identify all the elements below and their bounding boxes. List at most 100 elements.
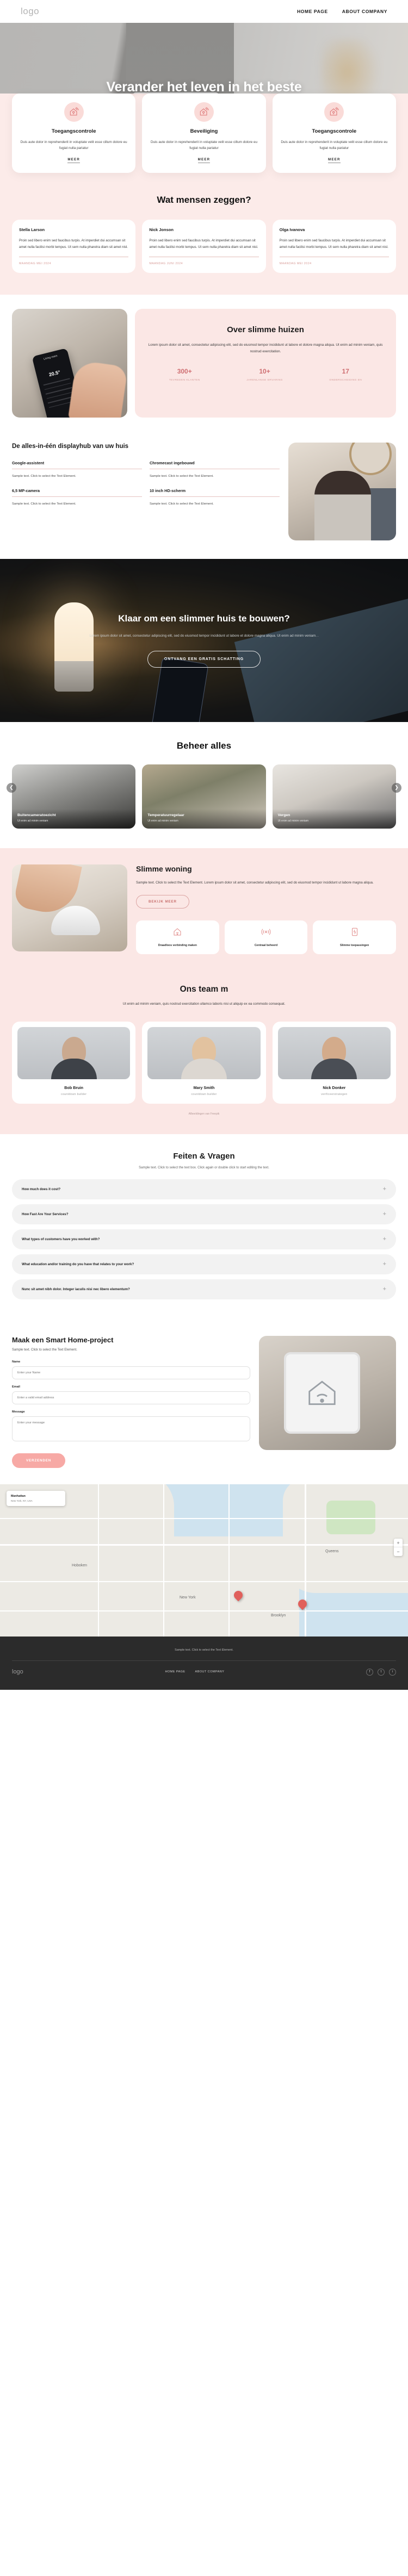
smart-home-icon xyxy=(64,102,84,122)
footer-logo[interactable]: logo xyxy=(12,1669,23,1675)
faq-item[interactable]: What education and/or training do you ha… xyxy=(12,1254,396,1274)
stat-label: JARENLANGE ERVARING xyxy=(246,378,283,382)
feature-card[interactable]: Beveiliging Duis aute dolor in reprehend… xyxy=(142,94,266,173)
testimonial-card: Stella Larson Proin sed libero enim sed … xyxy=(12,220,136,273)
testimonial-text: Proin sed libero enim sed faucibus turpi… xyxy=(279,239,388,249)
testimonial-text: Proin sed libero enim sed faucibus turpi… xyxy=(19,239,128,249)
team-member-photo xyxy=(17,1026,131,1079)
map-road xyxy=(0,1610,408,1611)
manage-title: Beheer alles xyxy=(176,740,232,751)
cta-title: Klaar om een slimmer huis te bouwen? xyxy=(118,613,290,624)
faq-item[interactable]: How much does it cost? + xyxy=(12,1179,396,1199)
testimonial-date: MAANDAG MEI 2024 xyxy=(279,262,312,265)
feature-card-text: Duis aute dolor in reprehenderit in volu… xyxy=(281,140,388,151)
manage-card[interactable]: Buitencameratoezicht Ut enim ad minim ve… xyxy=(12,764,136,829)
smart-home-button[interactable]: BEKIJK MEER xyxy=(136,894,189,909)
contact-image xyxy=(259,1335,396,1450)
stat-number: 10+ xyxy=(259,367,270,375)
testimonial-card-list: Stella Larson Proin sed libero enim sed … xyxy=(0,206,408,273)
cta-button[interactable]: ONTVANG EEN GRATIS SCHATTING xyxy=(147,650,261,668)
twitter-icon[interactable]: t xyxy=(377,1668,385,1676)
smart-home-icon xyxy=(324,102,344,122)
faq-item[interactable]: What types of customers have you worked … xyxy=(12,1229,396,1249)
feature-card-more-link[interactable]: MEER xyxy=(67,158,80,164)
testimonial-card: Nick Jonson Proin sed libero enim sed fa… xyxy=(142,220,266,273)
feature-card[interactable]: Toegangscontrole Duis aute dolor in repr… xyxy=(12,94,136,173)
displayhub-feature-title: 10 inch HD-scherm xyxy=(150,488,186,494)
plus-icon[interactable]: + xyxy=(383,1211,386,1217)
divider xyxy=(150,496,280,497)
manage-card-title: Temperatuurregelaar xyxy=(147,813,184,818)
name-input[interactable] xyxy=(12,1366,250,1379)
tablet-mockup xyxy=(284,1352,360,1434)
testimonial-card: Olga Ivanova Proin sed libero enim sed f… xyxy=(272,220,396,273)
manage-section: Beheer alles ❮ ❯ Buitencameratoezicht Ut… xyxy=(0,721,408,848)
zoom-out-button[interactable]: − xyxy=(394,1547,403,1556)
contact-section: Maak een Smart Home-project Sample text.… xyxy=(0,1323,408,1484)
displayhub-feature: 10 inch HD-scherm Sample text. Click to … xyxy=(150,488,280,507)
smart-home-title: Slimme woning xyxy=(136,864,192,873)
displayhub-feature-text: Sample text. Click to select the Text El… xyxy=(150,475,214,478)
displayhub-section: De alles-in-één displayhub van uw huis G… xyxy=(0,432,408,559)
footer-nav-about-company[interactable]: ABOUT COMPANY xyxy=(195,1670,225,1673)
site-logo[interactable]: logo xyxy=(21,6,39,17)
plus-icon[interactable]: + xyxy=(383,1236,386,1242)
map-park xyxy=(326,1500,375,1534)
about-section: Living room 20.5° Over slimme huizen Lor… xyxy=(0,294,408,433)
plus-icon[interactable]: + xyxy=(383,1186,386,1192)
footer-nav-home-page[interactable]: HOME PAGE xyxy=(165,1670,185,1673)
cta-text: Lorem ipsum dolor sit amet, consectetur … xyxy=(89,634,319,638)
faq-item[interactable]: How Fast Are Your Services? + xyxy=(12,1204,396,1224)
smart-home-text: Sample text. Click to select the Text El… xyxy=(136,880,374,885)
testimonials-title: Wat mensen zeggen? xyxy=(157,195,251,206)
contact-subtitle: Sample text. Click to select the Text El… xyxy=(12,1348,77,1352)
map-road xyxy=(305,1484,306,1637)
feature-card-more-link[interactable]: MEER xyxy=(327,158,341,164)
team-member-card: Mary Smith countdown builder xyxy=(142,1021,266,1104)
feature-card[interactable]: Toegangscontrole Duis aute dolor in repr… xyxy=(272,94,396,173)
person-decoration xyxy=(314,470,371,540)
plus-icon[interactable]: + xyxy=(383,1286,386,1292)
send-button[interactable]: VERZENDEN xyxy=(12,1453,66,1468)
manage-card[interactable]: Vergen Ut enim ad minim veniam xyxy=(272,764,396,829)
message-input[interactable] xyxy=(12,1416,250,1441)
footer-bottom-row: logo HOME PAGE ABOUT COMPANY f t i xyxy=(12,1668,396,1676)
map-section[interactable]: New York Hoboken Brooklyn Queens Manhatt… xyxy=(0,1484,408,1637)
chevron-right-icon[interactable]: ❯ xyxy=(392,782,401,793)
team-image-credit: Afbeeldingen van Freepik xyxy=(188,1112,220,1116)
stat-label: TEVREDEN KLANTEN xyxy=(169,378,200,382)
zoom-in-button[interactable]: + xyxy=(394,1539,403,1547)
map-zoom-controls[interactable]: + − xyxy=(394,1538,403,1556)
email-input[interactable] xyxy=(12,1391,250,1404)
faq-question: What types of customers have you worked … xyxy=(22,1237,100,1241)
manage-card[interactable]: Temperatuurregelaar Ut enim ad minim ven… xyxy=(142,764,266,829)
team-title: Ons team m xyxy=(180,984,228,994)
displayhub-image xyxy=(288,442,396,540)
instagram-icon[interactable]: i xyxy=(388,1668,396,1676)
chevron-left-icon[interactable]: ❮ xyxy=(7,782,16,793)
feature-card-more-link[interactable]: MEER xyxy=(197,158,211,164)
map-road xyxy=(98,1484,99,1637)
faq-question: What education and/or training do you ha… xyxy=(22,1262,134,1266)
feature-card-text: Duis aute dolor in reprehenderit in volu… xyxy=(150,140,257,151)
form-field-email: Email xyxy=(12,1385,250,1404)
map-label: Hoboken xyxy=(72,1563,88,1567)
avatar-body xyxy=(181,1058,227,1079)
testimonial-name: Stella Larson xyxy=(19,227,45,233)
facebook-icon[interactable]: f xyxy=(366,1668,373,1676)
manage-card-text: Ut enim ad minim veniam xyxy=(277,819,309,823)
cta-content: Klaar om een slimmer huis te bouwen? Lor… xyxy=(0,613,408,668)
nav-item-about-company[interactable]: ABOUT COMPANY xyxy=(342,9,387,14)
signal-icon xyxy=(261,929,271,935)
smart-home-icon-item: Centraal beheerd xyxy=(224,920,308,954)
map-info-card[interactable]: Manhattan New York, NY, USA xyxy=(7,1490,65,1506)
faq-item[interactable]: Nunc sit amet nibh dolor. Integer iaculi… xyxy=(12,1279,396,1299)
feature-card-title: Toegangscontrole xyxy=(312,128,357,134)
nav-item-home-page[interactable]: HOME PAGE xyxy=(297,9,328,14)
testimonial-name: Olga Ivanova xyxy=(279,227,305,233)
displayhub-feature-text: Sample text. Click to select the Text El… xyxy=(150,502,214,506)
plus-icon[interactable]: + xyxy=(383,1261,386,1267)
team-section: Ons team m Ut enim ad minim veniam, quis… xyxy=(0,972,408,1134)
map-road xyxy=(228,1484,230,1637)
smart-home-icon-label: Slimme toepassingen xyxy=(340,943,369,947)
